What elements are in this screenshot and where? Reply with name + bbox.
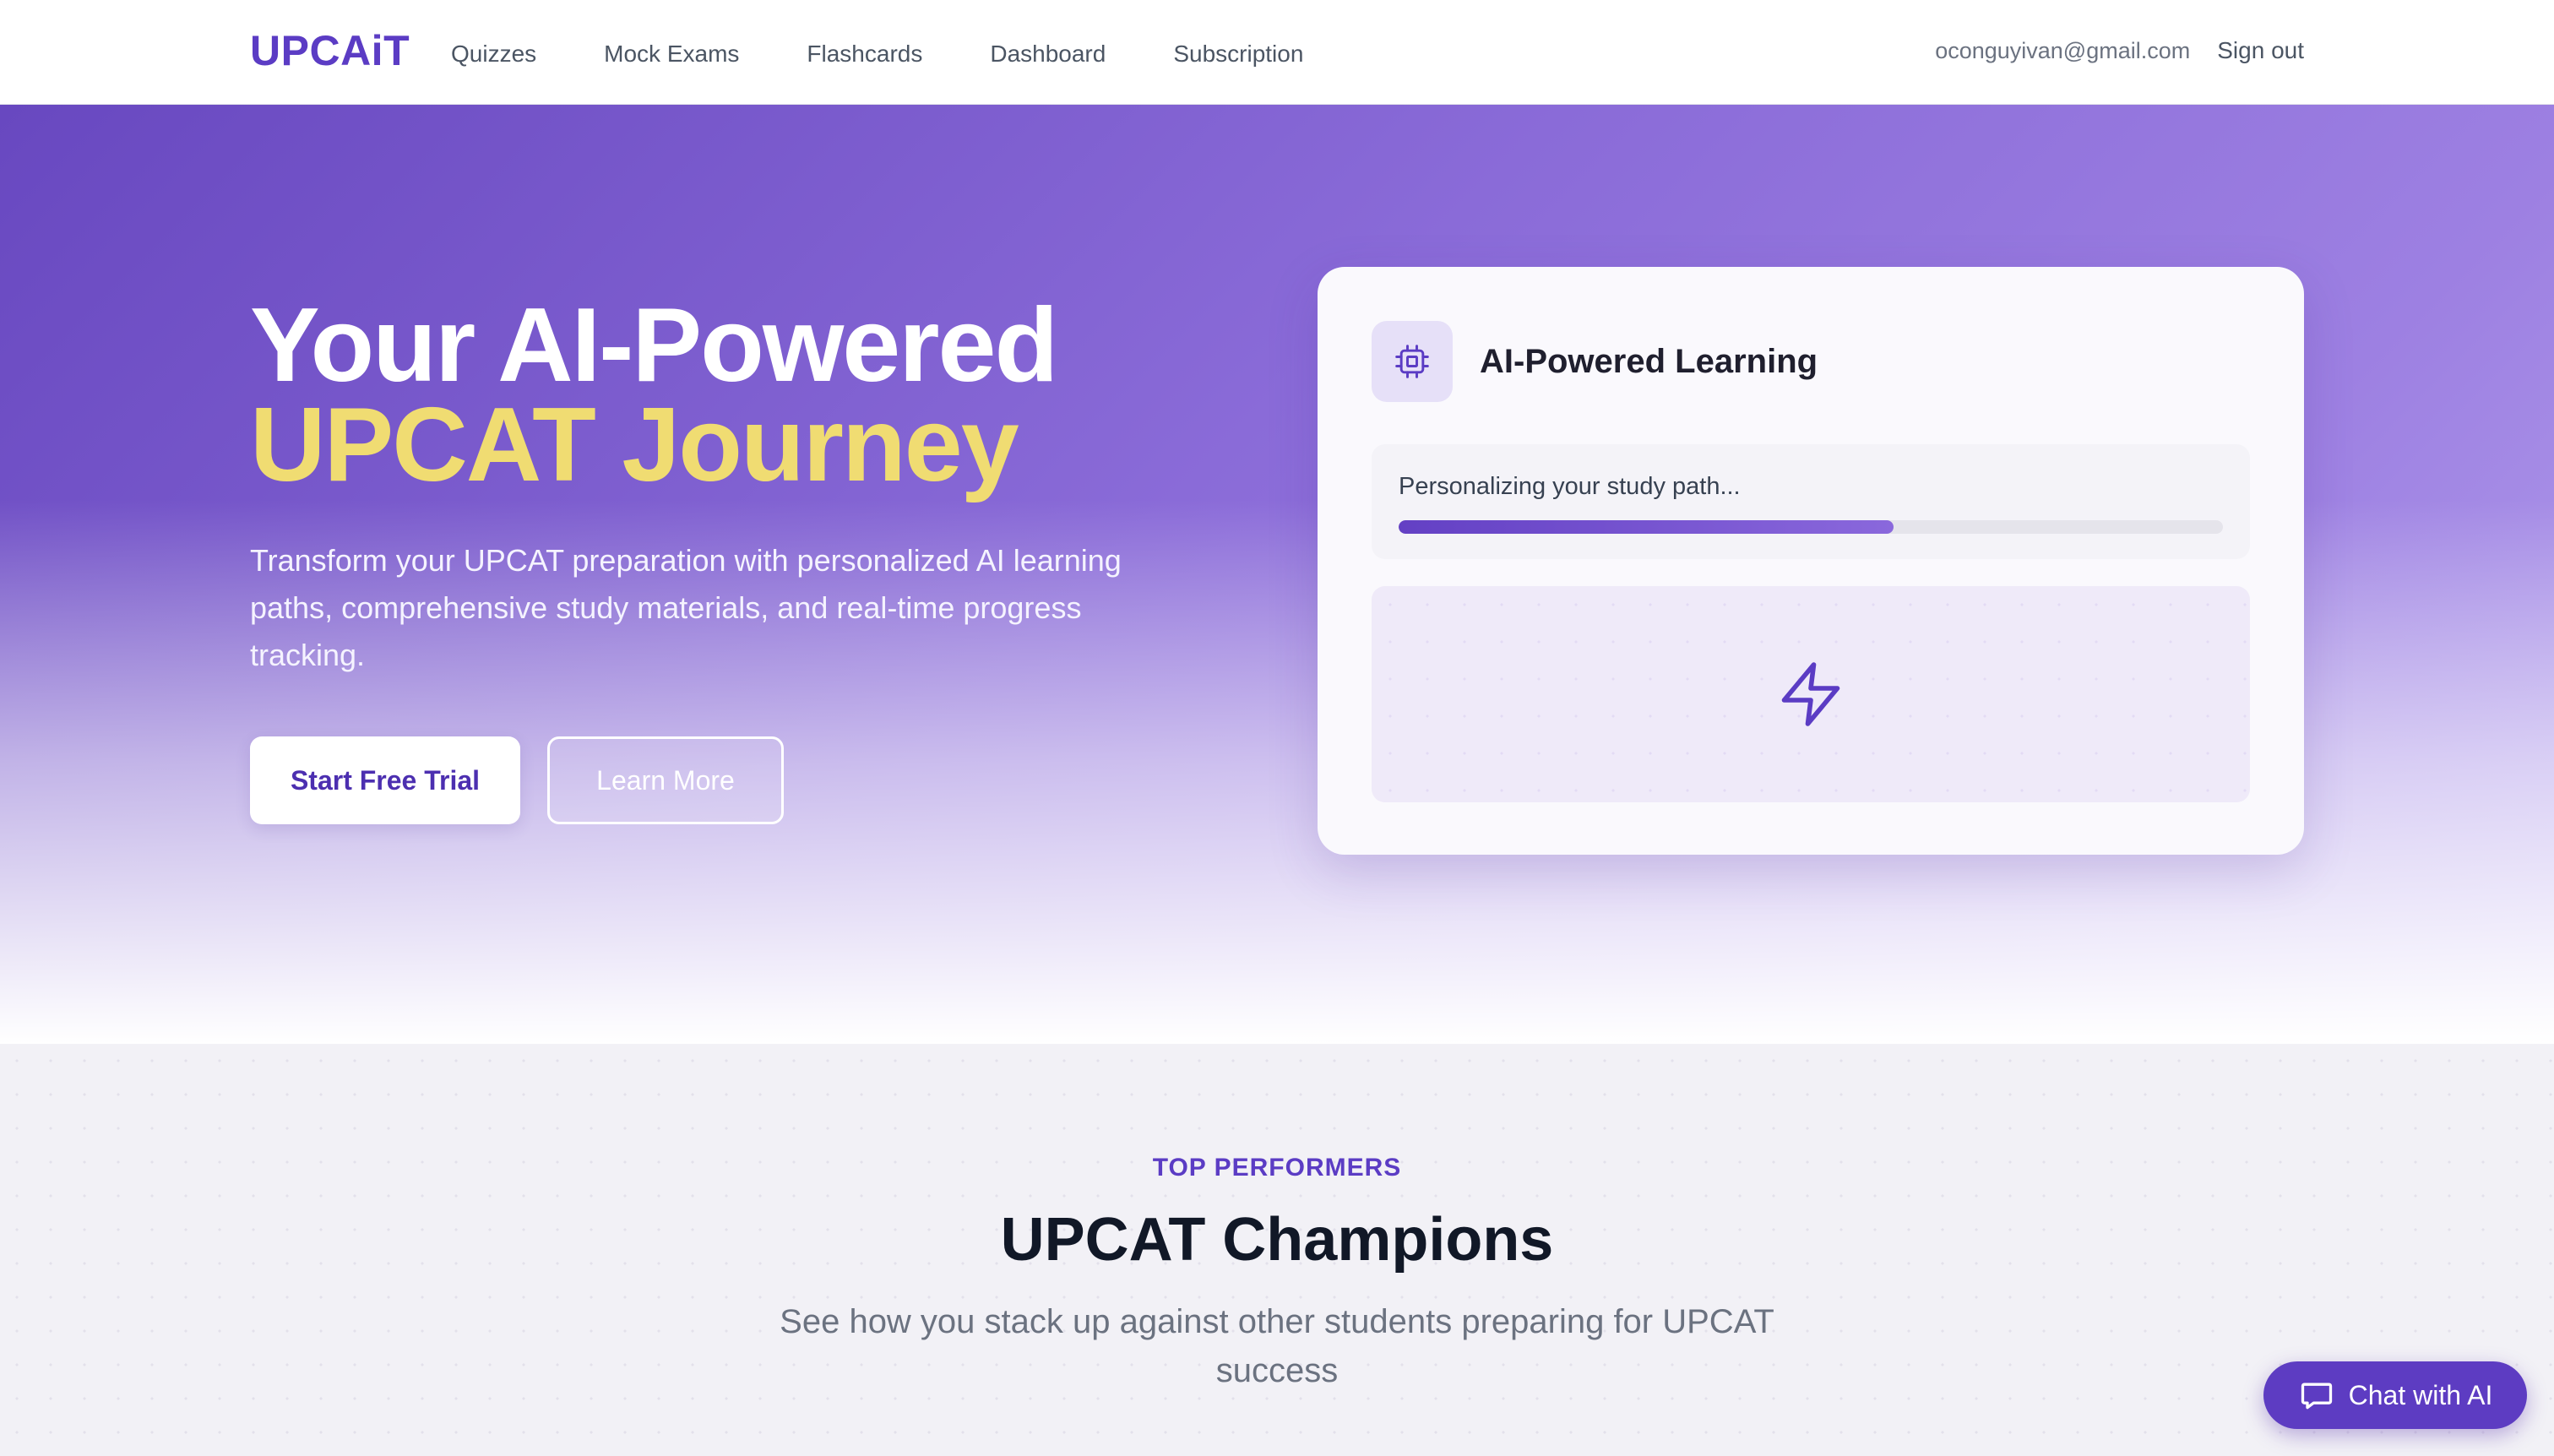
hero-title-line1: Your AI-Powered xyxy=(250,287,1058,404)
cpu-icon xyxy=(1372,321,1453,402)
card-title: AI-Powered Learning xyxy=(1480,343,1818,380)
lightning-bolt-icon xyxy=(1781,662,1840,726)
learn-more-button[interactable]: Learn More xyxy=(547,736,784,824)
user-area: oconguyivan@gmail.com Sign out xyxy=(1935,30,2304,71)
progress-bar xyxy=(1399,520,2223,534)
chat-with-ai-button[interactable]: Chat with AI xyxy=(2263,1361,2527,1429)
nav-link-subscription[interactable]: Subscription xyxy=(1173,34,1303,74)
ai-learning-card: AI-Powered Learning Personalizing your s… xyxy=(1318,267,2304,855)
hero-title: Your AI-Powered UPCAT Journey xyxy=(250,287,1058,503)
nav-link-dashboard[interactable]: Dashboard xyxy=(990,34,1106,74)
section-eyebrow: TOP PERFORMERS xyxy=(1152,1154,1402,1182)
start-free-trial-button[interactable]: Start Free Trial xyxy=(250,736,520,824)
progress-bar-fill xyxy=(1399,520,1894,534)
section-title: UPCAT Champions xyxy=(1000,1206,1554,1274)
user-email: oconguyivan@gmail.com xyxy=(1935,37,2191,63)
brand-logo[interactable]: UPCAiT xyxy=(250,24,410,78)
progress-box: Personalizing your study path... xyxy=(1372,444,2250,559)
nav-link-quizzes[interactable]: Quizzes xyxy=(451,34,536,74)
chat-button-label: Chat with AI xyxy=(2348,1379,2493,1410)
hero-subtitle: Transform your UPCAT preparation with pe… xyxy=(250,543,1122,672)
sign-out-button[interactable]: Sign out xyxy=(2217,37,2304,64)
hero-section: Your AI-Powered UPCAT Journey Transform … xyxy=(0,105,2554,1044)
nav-links: Quizzes Mock Exams Flashcards Dashboard … xyxy=(451,34,1371,74)
top-nav: UPCAiT Quizzes Mock Exams Flashcards Das… xyxy=(0,0,2554,105)
champions-section: TOP PERFORMERS UPCAT Champions See how y… xyxy=(0,1044,2554,1456)
nav-link-flashcards[interactable]: Flashcards xyxy=(807,34,922,74)
hero-title-line2: UPCAT Journey xyxy=(250,387,1019,503)
nav-link-mock-exams[interactable]: Mock Exams xyxy=(604,34,739,74)
section-subtitle: See how you stack up against other stude… xyxy=(780,1303,1774,1389)
ai-panel xyxy=(1372,586,2250,802)
chat-bubble-icon xyxy=(2301,1383,2332,1410)
progress-text: Personalizing your study path... xyxy=(1399,473,1741,500)
